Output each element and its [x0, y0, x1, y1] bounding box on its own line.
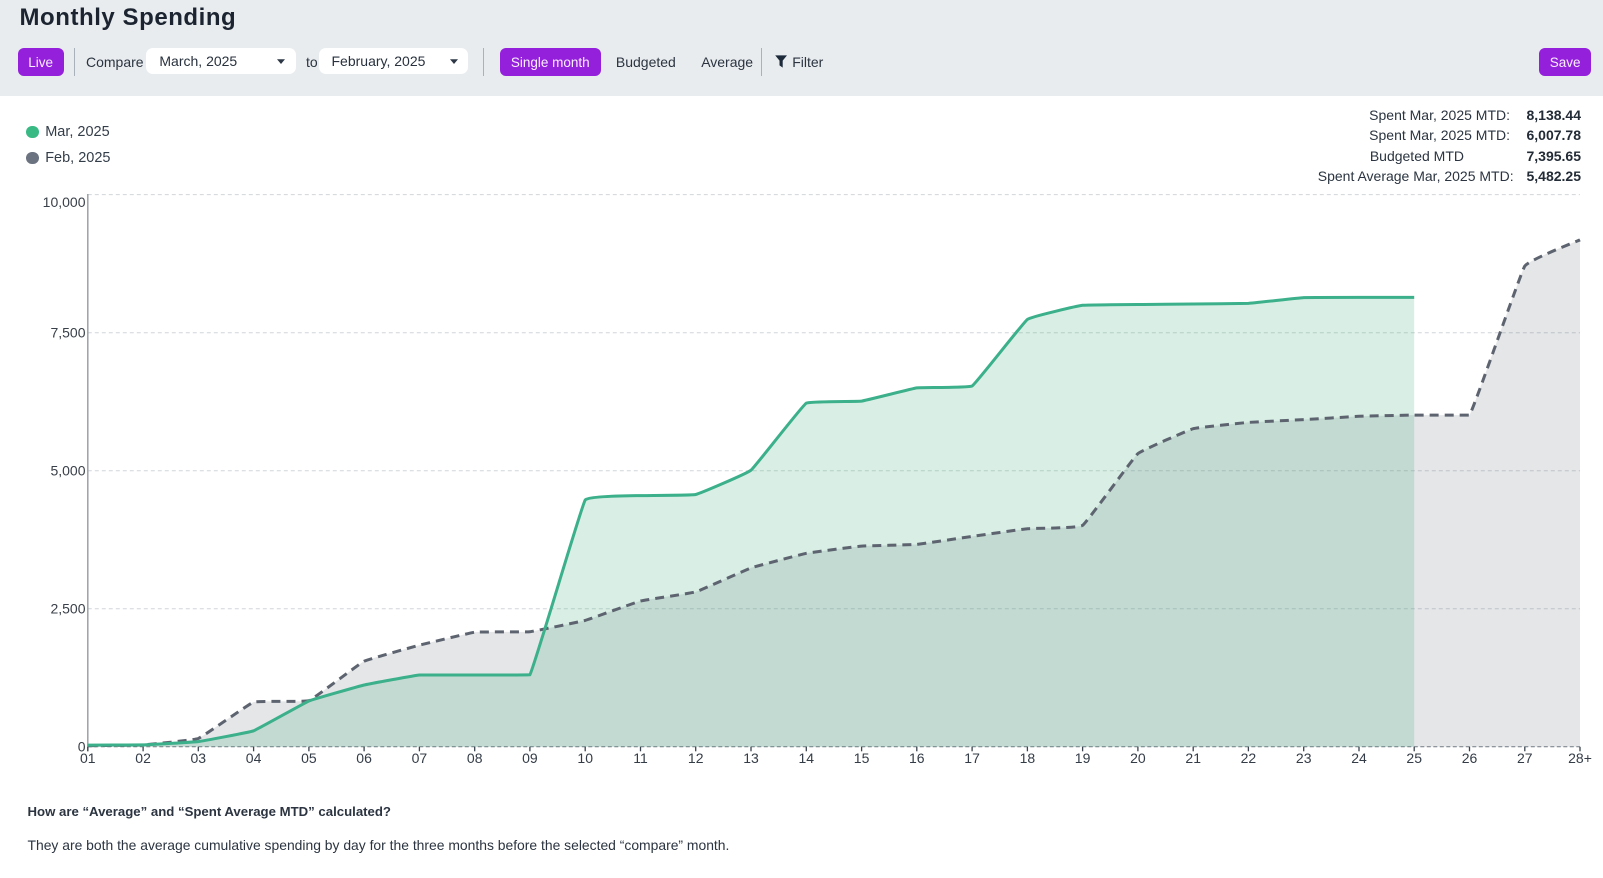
svg-text:04: 04 — [246, 750, 262, 766]
svg-text:21: 21 — [1185, 750, 1201, 766]
svg-text:23: 23 — [1296, 750, 1312, 766]
svg-text:09: 09 — [522, 750, 538, 766]
svg-text:08: 08 — [467, 750, 483, 766]
svg-text:02: 02 — [135, 750, 151, 766]
svg-text:01: 01 — [80, 750, 96, 766]
svg-text:18: 18 — [1020, 750, 1036, 766]
svg-text:10,000: 10,000 — [43, 194, 86, 210]
svg-text:26: 26 — [1462, 750, 1478, 766]
svg-text:03: 03 — [191, 750, 207, 766]
svg-text:19: 19 — [1075, 750, 1091, 766]
svg-text:28+: 28+ — [1568, 750, 1592, 766]
svg-text:10: 10 — [577, 750, 593, 766]
svg-text:22: 22 — [1241, 750, 1257, 766]
svg-text:27: 27 — [1517, 750, 1533, 766]
svg-text:05: 05 — [301, 750, 317, 766]
svg-text:13: 13 — [743, 750, 759, 766]
svg-text:07: 07 — [412, 750, 428, 766]
svg-text:17: 17 — [964, 750, 980, 766]
svg-text:16: 16 — [909, 750, 925, 766]
svg-text:11: 11 — [633, 750, 648, 766]
svg-text:06: 06 — [356, 750, 372, 766]
svg-text:7,500: 7,500 — [50, 324, 85, 340]
svg-text:14: 14 — [799, 750, 815, 766]
svg-text:2,500: 2,500 — [50, 601, 85, 617]
svg-text:15: 15 — [854, 750, 870, 766]
svg-text:5,000: 5,000 — [50, 462, 85, 478]
svg-text:12: 12 — [688, 750, 704, 766]
svg-text:20: 20 — [1130, 750, 1146, 766]
svg-text:24: 24 — [1351, 750, 1367, 766]
svg-text:25: 25 — [1406, 750, 1422, 766]
